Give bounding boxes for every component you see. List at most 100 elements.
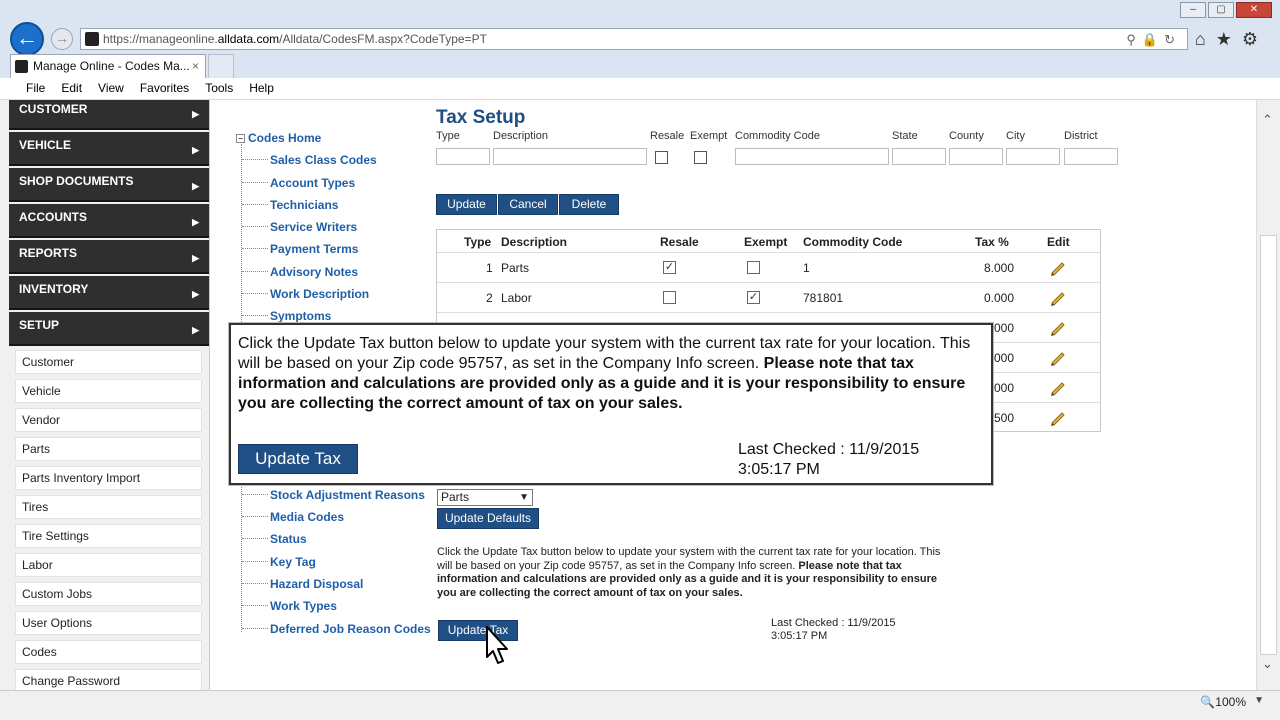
city-input[interactable] bbox=[1006, 148, 1060, 165]
tree-status[interactable]: Status bbox=[270, 532, 307, 546]
update-defaults-button[interactable]: Update Defaults bbox=[437, 508, 539, 529]
address-bar-icons[interactable]: ⚲🔒↻ bbox=[1126, 30, 1181, 50]
cancel-button[interactable]: Cancel bbox=[498, 194, 558, 215]
setup-vehicle[interactable]: Vehicle bbox=[15, 379, 202, 403]
table-row[interactable]: 2 Labor ✓ 781801 0.000 bbox=[437, 282, 1100, 312]
nav-vehicle[interactable]: VEHICLE ▶ bbox=[9, 132, 209, 166]
row-tax-percent: 8.000 bbox=[984, 261, 1015, 275]
district-input[interactable] bbox=[1064, 148, 1118, 165]
state-input[interactable] bbox=[892, 148, 946, 165]
tree-work-types[interactable]: Work Types bbox=[270, 599, 337, 613]
commodity-code-input[interactable] bbox=[735, 148, 889, 165]
callout-update-tax-button[interactable]: Update Tax bbox=[238, 444, 358, 474]
edit-pencil-icon[interactable] bbox=[1049, 349, 1067, 367]
tree-work-description[interactable]: Work Description bbox=[270, 287, 369, 301]
nav-reports[interactable]: REPORTS ▶ bbox=[9, 240, 209, 274]
description-input[interactable] bbox=[493, 148, 647, 165]
edit-pencil-icon[interactable] bbox=[1049, 259, 1067, 277]
tree-media-codes[interactable]: Media Codes bbox=[270, 510, 344, 524]
label-city: City bbox=[1006, 130, 1025, 142]
menu-file[interactable]: File bbox=[18, 78, 53, 98]
table-row[interactable]: 1 Parts ✓ 1 8.000 bbox=[437, 252, 1100, 282]
browser-tab[interactable]: Manage Online - Codes Ma... × bbox=[10, 54, 206, 78]
setup-change-password[interactable]: Change Password bbox=[15, 669, 202, 690]
collapse-toggle-icon[interactable]: − bbox=[236, 134, 245, 143]
col-edit: Edit bbox=[1047, 235, 1070, 249]
maximize-button[interactable]: ▢ bbox=[1208, 2, 1234, 18]
setup-tires[interactable]: Tires bbox=[15, 495, 202, 519]
tree-payment-terms[interactable]: Payment Terms bbox=[270, 242, 358, 256]
setup-labor[interactable]: Labor bbox=[15, 553, 202, 577]
row-description: Parts bbox=[501, 261, 530, 275]
new-tab-button[interactable] bbox=[208, 54, 234, 78]
exempt-checkbox[interactable] bbox=[694, 151, 707, 164]
setup-parts[interactable]: Parts bbox=[15, 437, 202, 461]
label-description: Description bbox=[493, 130, 549, 142]
tree-service-writers[interactable]: Service Writers bbox=[270, 220, 357, 234]
nav-shop-documents[interactable]: SHOP DOCUMENTS ▶ bbox=[9, 168, 209, 202]
chevron-down-icon: ▼ bbox=[519, 492, 529, 503]
callout-last-checked-date: Last Checked : 11/9/2015 bbox=[738, 441, 920, 458]
setup-vendor[interactable]: Vendor bbox=[15, 408, 202, 432]
nav-accounts[interactable]: ACCOUNTS ▶ bbox=[9, 204, 209, 238]
window-controls: – ▢ ✕ bbox=[1180, 2, 1272, 18]
tree-advisory-notes[interactable]: Advisory Notes bbox=[270, 265, 358, 279]
nav-inventory[interactable]: INVENTORY ▶ bbox=[9, 276, 209, 310]
menu-view[interactable]: View bbox=[90, 78, 132, 98]
resale-checkbox[interactable] bbox=[663, 291, 676, 304]
tree-key-tag[interactable]: Key Tag bbox=[270, 555, 316, 569]
minimize-button[interactable]: – bbox=[1180, 2, 1206, 18]
forward-arrow-icon[interactable]: → bbox=[51, 28, 73, 50]
tree-codes-home[interactable]: − Codes Home bbox=[236, 131, 321, 145]
nav-setup[interactable]: SETUP ▶ bbox=[9, 312, 209, 346]
setup-user-options[interactable]: User Options bbox=[15, 611, 202, 635]
setup-codes[interactable]: Codes bbox=[15, 640, 202, 664]
setup-tire-settings[interactable]: Tire Settings bbox=[15, 524, 202, 548]
tree-sales-class-codes[interactable]: Sales Class Codes bbox=[270, 153, 377, 167]
chevron-down-icon[interactable]: ▼ bbox=[1254, 695, 1264, 706]
toolbar-icons[interactable]: ⌂★⚙ bbox=[1195, 29, 1268, 50]
vertical-scrollbar[interactable]: ⌃ ⌄ bbox=[1256, 100, 1280, 690]
edit-pencil-icon[interactable] bbox=[1049, 379, 1067, 397]
resale-checkbox[interactable] bbox=[655, 151, 668, 164]
menu-help[interactable]: Help bbox=[241, 78, 282, 98]
delete-button[interactable]: Delete bbox=[559, 194, 619, 215]
menu-edit[interactable]: Edit bbox=[53, 78, 90, 98]
menu-favorites[interactable]: Favorites bbox=[132, 78, 197, 98]
tree-symptoms[interactable]: Symptoms bbox=[270, 309, 331, 323]
tree-technicians[interactable]: Technicians bbox=[270, 198, 338, 212]
nav-label: INVENTORY bbox=[19, 282, 89, 296]
edit-pencil-icon[interactable] bbox=[1049, 319, 1067, 337]
address-bar[interactable]: https://manageonline.alldata.com/Alldata… bbox=[80, 28, 1188, 50]
close-window-button[interactable]: ✕ bbox=[1236, 2, 1272, 18]
tree-hazard-disposal[interactable]: Hazard Disposal bbox=[270, 577, 363, 591]
setup-customer[interactable]: Customer bbox=[15, 350, 202, 374]
scroll-down-icon[interactable]: ⌄ bbox=[1262, 656, 1273, 672]
select-value: Parts bbox=[441, 490, 470, 504]
tax-type-select[interactable]: Parts ▼ bbox=[437, 489, 533, 506]
back-arrow-icon[interactable]: ← bbox=[10, 22, 44, 56]
exempt-checkbox[interactable] bbox=[747, 261, 760, 274]
zoom-level[interactable]: 🔍100% bbox=[1200, 695, 1246, 709]
menu-tools[interactable]: Tools bbox=[197, 78, 241, 98]
edit-pencil-icon[interactable] bbox=[1049, 289, 1067, 307]
mouse-pointer-icon bbox=[486, 626, 508, 664]
setup-parts-inventory-import[interactable]: Parts Inventory Import bbox=[15, 466, 202, 490]
setup-custom-jobs[interactable]: Custom Jobs bbox=[15, 582, 202, 606]
county-input[interactable] bbox=[949, 148, 1003, 165]
tab-close-icon[interactable]: × bbox=[192, 55, 199, 77]
type-input[interactable] bbox=[436, 148, 490, 165]
chevron-right-icon: ▶ bbox=[192, 109, 199, 119]
tree-stock-adjustment-reasons[interactable]: Stock Adjustment Reasons bbox=[270, 488, 425, 502]
row-tax-percent: 000 bbox=[994, 381, 1015, 395]
resale-checkbox-checked[interactable]: ✓ bbox=[663, 261, 676, 274]
edit-pencil-icon[interactable] bbox=[1049, 409, 1067, 427]
tree-connector bbox=[242, 315, 268, 316]
scroll-up-icon[interactable]: ⌃ bbox=[1262, 112, 1273, 128]
tree-deferred-job-reason-codes[interactable]: Deferred Job Reason Codes bbox=[270, 622, 431, 636]
scroll-thumb[interactable] bbox=[1260, 235, 1277, 655]
exempt-checkbox-checked[interactable]: ✓ bbox=[747, 291, 760, 304]
nav-customer[interactable]: CUSTOMER ▶ bbox=[9, 100, 209, 130]
update-button[interactable]: Update bbox=[436, 194, 497, 215]
tree-account-types[interactable]: Account Types bbox=[270, 176, 355, 190]
